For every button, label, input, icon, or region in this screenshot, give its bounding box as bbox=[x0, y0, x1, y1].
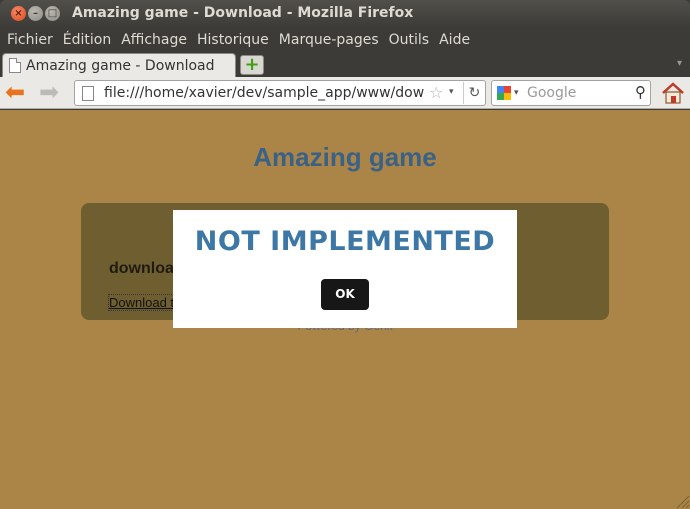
menu-fichier[interactable]: Fichier bbox=[3, 32, 59, 48]
menu-outils[interactable]: Outils bbox=[385, 32, 435, 48]
page-icon bbox=[9, 58, 21, 73]
tab-label: Amazing game - Download bbox=[26, 57, 215, 74]
window-titlebar: × – □ Amazing game - Download - Mozilla … bbox=[0, 0, 690, 28]
tab-list-icon[interactable]: ▾ bbox=[677, 58, 682, 69]
alert-message: NOT IMPLEMENTED bbox=[194, 226, 496, 257]
back-button[interactable]: ⬅ bbox=[5, 80, 31, 105]
menu-marque-pages[interactable]: Marque-pages bbox=[275, 32, 385, 48]
menu-edition[interactable]: Édition bbox=[59, 32, 117, 48]
home-button[interactable] bbox=[660, 80, 686, 106]
reload-button[interactable]: ↻ bbox=[463, 82, 485, 104]
window-close-button[interactable]: × bbox=[11, 6, 26, 21]
url-history-dropdown-icon[interactable]: ▾ bbox=[449, 87, 454, 97]
menu-historique[interactable]: Historique bbox=[193, 32, 275, 48]
alert-dialog: NOT IMPLEMENTED OK bbox=[173, 210, 517, 328]
menu-affichage[interactable]: Affichage bbox=[117, 32, 193, 48]
ok-button[interactable]: OK bbox=[321, 279, 369, 310]
navigation-toolbar: ⬅ ➡ file:///home/xavier/dev/sample_app/w… bbox=[0, 77, 690, 109]
search-icon[interactable]: ⚲ bbox=[635, 83, 646, 101]
tab-amazing-game[interactable]: Amazing game - Download bbox=[2, 53, 236, 77]
resize-grip-icon[interactable] bbox=[672, 491, 690, 509]
page-content: Amazing game download Download the Power… bbox=[0, 110, 690, 509]
url-text[interactable]: file:///home/xavier/dev/sample_app/www/d… bbox=[104, 85, 424, 101]
google-icon[interactable] bbox=[497, 86, 511, 100]
url-bar[interactable]: file:///home/xavier/dev/sample_app/www/d… bbox=[74, 80, 486, 106]
tab-bar: Amazing game - Download + ▾ bbox=[0, 52, 690, 77]
window-maximize-button[interactable]: □ bbox=[45, 6, 60, 21]
page-title: Amazing game bbox=[253, 142, 437, 172]
page-icon bbox=[82, 86, 94, 101]
search-engine-dropdown-icon[interactable]: ▾ bbox=[514, 88, 519, 98]
bookmark-star-icon[interactable]: ☆ bbox=[429, 83, 443, 102]
window-title: Amazing game - Download - Mozilla Firefo… bbox=[72, 5, 414, 21]
search-input[interactable] bbox=[527, 85, 627, 101]
forward-button[interactable]: ➡ bbox=[39, 80, 65, 105]
menu-bar: Fichier Édition Affichage Historique Mar… bbox=[0, 28, 690, 52]
menu-aide[interactable]: Aide bbox=[435, 32, 476, 48]
new-tab-button[interactable]: + bbox=[240, 55, 264, 75]
home-icon bbox=[662, 82, 684, 104]
search-bar[interactable]: ▾ ⚲ bbox=[491, 80, 651, 106]
window-minimize-button[interactable]: – bbox=[28, 6, 43, 21]
